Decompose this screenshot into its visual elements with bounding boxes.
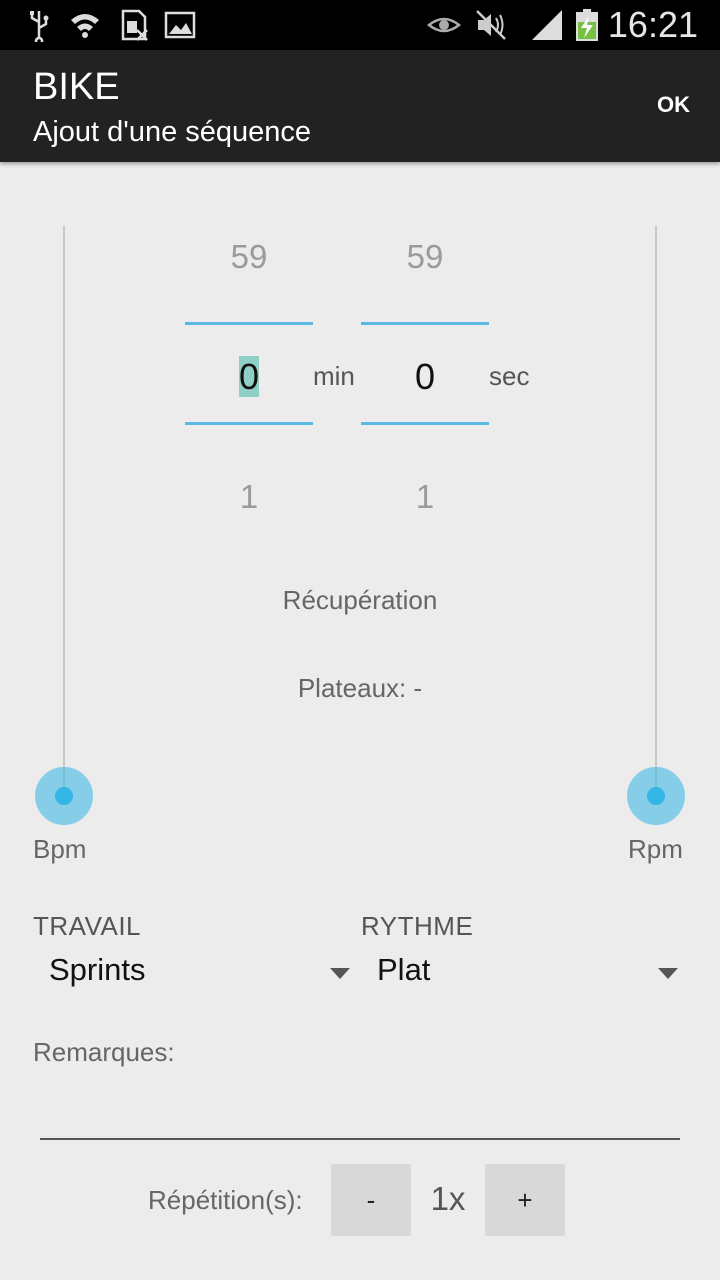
seconds-prev-value[interactable]: 59 [361, 238, 489, 276]
repetition-decrement-button[interactable]: - [331, 1164, 411, 1236]
seconds-unit-label: sec [489, 361, 530, 391]
travail-dropdown-arrow-icon [330, 968, 350, 979]
minutes-prev-value[interactable]: 59 [185, 238, 313, 276]
minutes-top-divider [185, 322, 313, 325]
app-title: BIKE [33, 66, 120, 108]
mute-icon [476, 10, 506, 40]
ok-button[interactable]: OK [657, 92, 690, 118]
rpm-slider-track[interactable] [655, 226, 657, 796]
wifi-icon [71, 14, 99, 38]
action-bar: BIKE Ajout d'une séquence OK [0, 50, 720, 162]
rpm-label: Rpm [628, 834, 683, 864]
bpm-slider-track[interactable] [63, 226, 65, 796]
remarks-label: Remarques: [33, 1037, 175, 1067]
seconds-bottom-divider [361, 422, 489, 425]
repetition-count: 1x [430, 1180, 466, 1217]
minutes-next-value[interactable]: 1 [185, 478, 313, 516]
minutes-current-value[interactable]: 0 [185, 356, 313, 398]
plateaux-label: Plateaux: - [297, 673, 423, 703]
eye-icon [427, 17, 461, 33]
seconds-picker[interactable]: 59 0 1 [361, 230, 489, 530]
minutes-picker[interactable]: 59 0 1 [185, 230, 313, 530]
rythme-spinner[interactable]: Plat [361, 948, 678, 998]
travail-spinner-value: Sprints [49, 952, 146, 987]
seconds-current-value[interactable]: 0 [361, 356, 489, 398]
travail-label: TRAVAIL [33, 911, 142, 941]
rythme-dropdown-arrow-icon [658, 968, 678, 979]
sim-icon [121, 9, 148, 41]
bpm-label: Bpm [33, 834, 87, 864]
image-icon [164, 11, 196, 39]
battery-charging-icon [576, 9, 598, 41]
rythme-spinner-value: Plat [377, 952, 431, 987]
seconds-top-divider [361, 322, 489, 325]
minutes-unit-label: min [313, 361, 355, 391]
remarks-input[interactable] [40, 1080, 680, 1140]
seconds-next-value[interactable]: 1 [361, 478, 489, 516]
signal-icon [532, 10, 562, 40]
rythme-label: RYTHME [361, 911, 474, 941]
screen-subtitle: Ajout d'une séquence [33, 116, 312, 148]
minutes-bottom-divider [185, 422, 313, 425]
travail-spinner[interactable]: Sprints [33, 948, 350, 998]
recovery-label: Récupération [282, 585, 438, 615]
repetition-label: Répétition(s): [148, 1185, 303, 1215]
rpm-slider-thumb[interactable] [627, 767, 685, 825]
status-bar: 16:21 [0, 0, 720, 50]
usb-icon [30, 11, 49, 42]
repetition-increment-button[interactable]: + [485, 1164, 565, 1236]
bpm-slider-thumb[interactable] [35, 767, 93, 825]
minutes-current-text[interactable]: 0 [238, 356, 260, 397]
clock: 16:21 [607, 4, 698, 45]
